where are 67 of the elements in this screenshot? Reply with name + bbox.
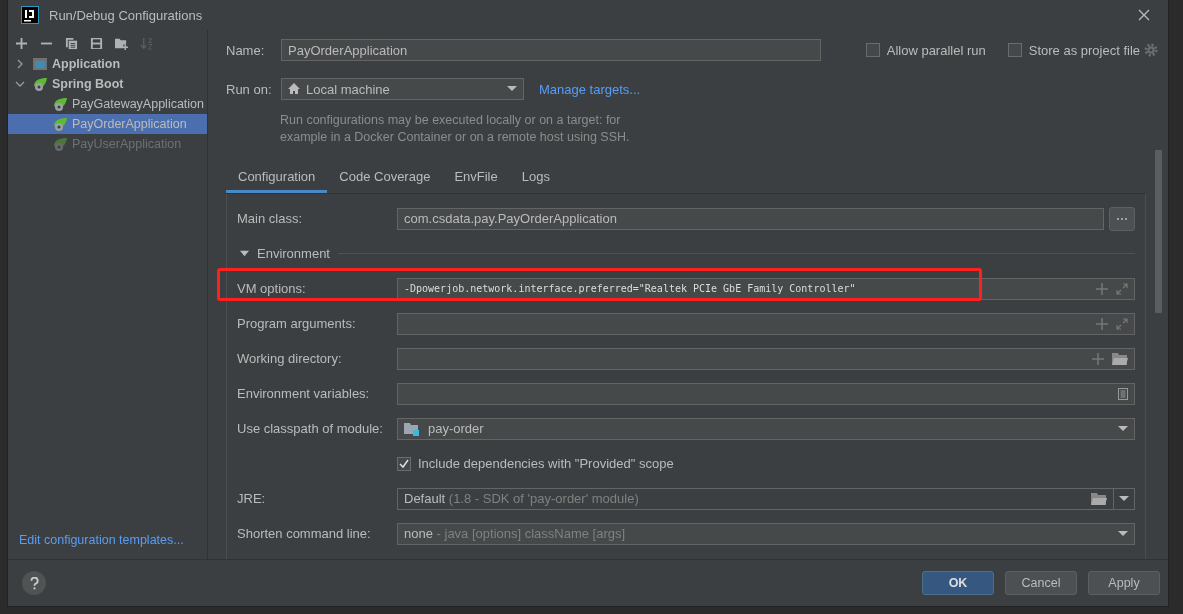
expand-icon[interactable] [1116, 282, 1128, 295]
jre-field[interactable]: Default (1.8 - SDK of 'pay-order' module) [397, 487, 1113, 510]
window-icon [32, 56, 48, 72]
window-title: Run/Debug Configurations [49, 7, 204, 23]
folder-icon[interactable] [1091, 492, 1107, 505]
tab[interactable]: Code Coverage [327, 165, 443, 193]
tree-item[interactable]: PayGatewayApplication [8, 94, 207, 114]
leaf-gear-icon [52, 116, 68, 132]
field-label: Shorten command line: [237, 526, 372, 541]
run-on-label: Run on: [226, 81, 273, 97]
settings-icon[interactable] [1144, 43, 1158, 57]
app-logo-icon [21, 6, 39, 24]
copy-icon[interactable] [65, 36, 78, 50]
field-label: VM options: [237, 281, 307, 296]
options-field[interactable] [397, 312, 1135, 335]
tab[interactable]: EnvFile [442, 165, 510, 193]
option-checkbox[interactable]: Store as project file [1007, 42, 1140, 58]
tree-item[interactable]: Application [8, 54, 207, 74]
field-label: Program arguments: [237, 316, 357, 331]
shorten-command-dropdown[interactable]: none - java [options] className [args] [397, 522, 1135, 545]
save-icon[interactable] [90, 36, 103, 50]
expand-icon[interactable] [1116, 317, 1128, 330]
leaf-gear-icon [32, 76, 48, 92]
module-dropdown[interactable]: pay-order [397, 417, 1135, 440]
edit-templates-link[interactable]: Edit configuration templates... [8, 533, 207, 547]
jre-dropdown-button[interactable] [1113, 487, 1135, 510]
add-icon[interactable] [15, 36, 28, 50]
dropdown-arrow-icon [1118, 425, 1128, 432]
dialog-button[interactable]: Cancel [1005, 571, 1077, 595]
name-field[interactable]: PayOrderApplication [281, 39, 821, 61]
options-field[interactable]: -Dpowerjob.network.interface.preferred="Realtek PCIe GbE Family Controller" [397, 277, 1135, 300]
description-text: Run configurations may be executed locally or on a target: for example in a Docker Container or on a remote host using SSH. [280, 112, 631, 146]
folder-icon[interactable] [1112, 352, 1128, 365]
leaf-gear-icon [52, 96, 68, 112]
ellipsis-icon [1117, 217, 1127, 220]
tab[interactable]: Logs [509, 165, 562, 193]
main-class-field[interactable]: com.csdata.pay.PayOrderApplication [397, 207, 1104, 230]
option-checkbox[interactable]: Allow parallel run [865, 42, 986, 58]
manage-targets-link[interactable]: Manage targets... [539, 81, 641, 97]
run-on-dropdown[interactable]: Local machine [281, 78, 524, 100]
help-button[interactable] [22, 571, 46, 595]
environment-field[interactable] [397, 382, 1135, 405]
field-label: Working directory: [237, 351, 343, 366]
scrollbar[interactable] [1155, 150, 1162, 313]
leaf-gear-icon [52, 136, 68, 152]
module-folder-icon [404, 421, 420, 436]
checkmark-icon [399, 458, 409, 469]
close-icon[interactable] [1138, 9, 1150, 21]
field-label: Environment variables: [237, 386, 371, 401]
collapse-arrow-icon[interactable] [240, 249, 249, 258]
field-label: Use classpath of module: [237, 421, 384, 436]
new-folder-icon[interactable] [115, 36, 128, 50]
dialog-button[interactable]: Apply [1088, 571, 1160, 595]
dialog-button[interactable]: OK [922, 571, 994, 595]
section-title: Environment [257, 246, 330, 261]
question-mark-icon [29, 576, 39, 590]
home-icon [288, 83, 300, 95]
dropdown-arrow-icon [507, 86, 517, 92]
tree-item[interactable]: Spring Boot [8, 74, 207, 94]
include-dependencies-checkbox[interactable]: Include dependencies with "Provided" scope [397, 456, 674, 471]
field-label: Main class: [237, 211, 304, 226]
field-label: JRE: [237, 491, 267, 506]
dropdown-arrow-icon [1119, 495, 1129, 502]
document-icon[interactable] [1118, 387, 1128, 400]
directory-field[interactable] [397, 347, 1135, 370]
dropdown-arrow-icon [1118, 530, 1128, 537]
name-label: Name: [226, 42, 266, 58]
